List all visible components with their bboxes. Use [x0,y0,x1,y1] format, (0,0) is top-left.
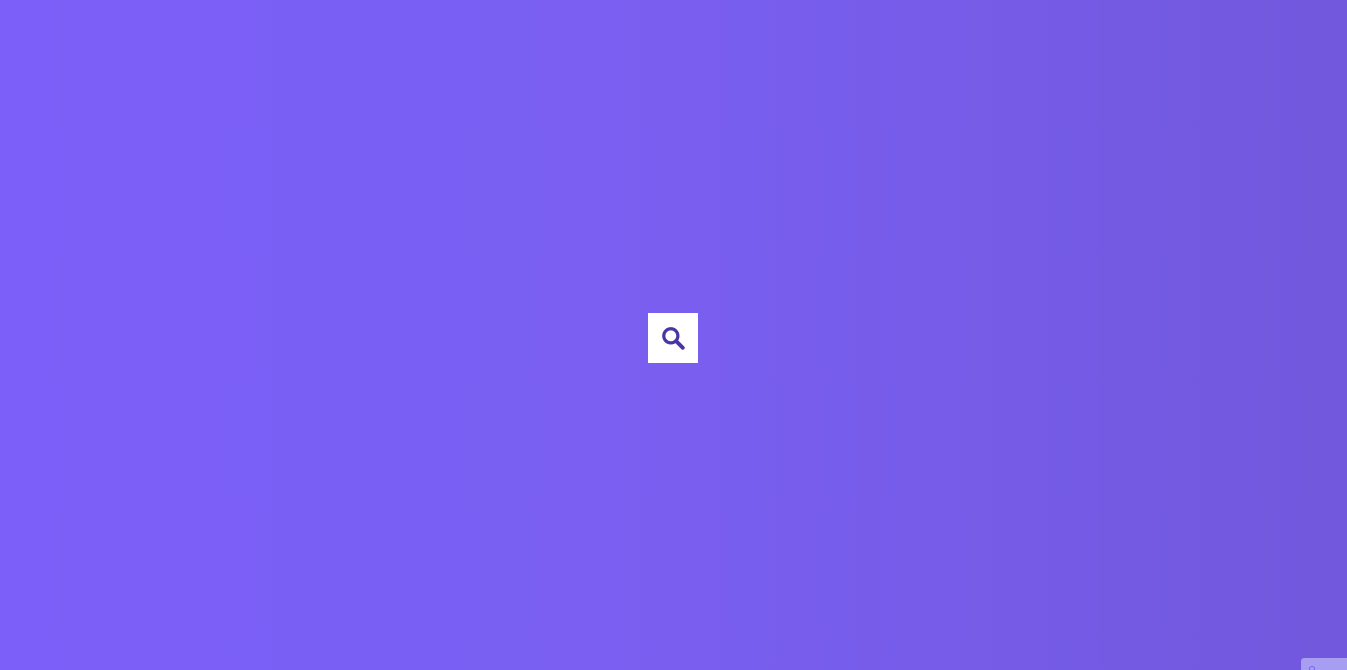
search-button[interactable] [648,313,698,363]
search-icon [660,325,686,351]
widget-icon [1309,666,1315,670]
corner-widget[interactable] [1301,658,1347,670]
page-background [0,0,1347,670]
